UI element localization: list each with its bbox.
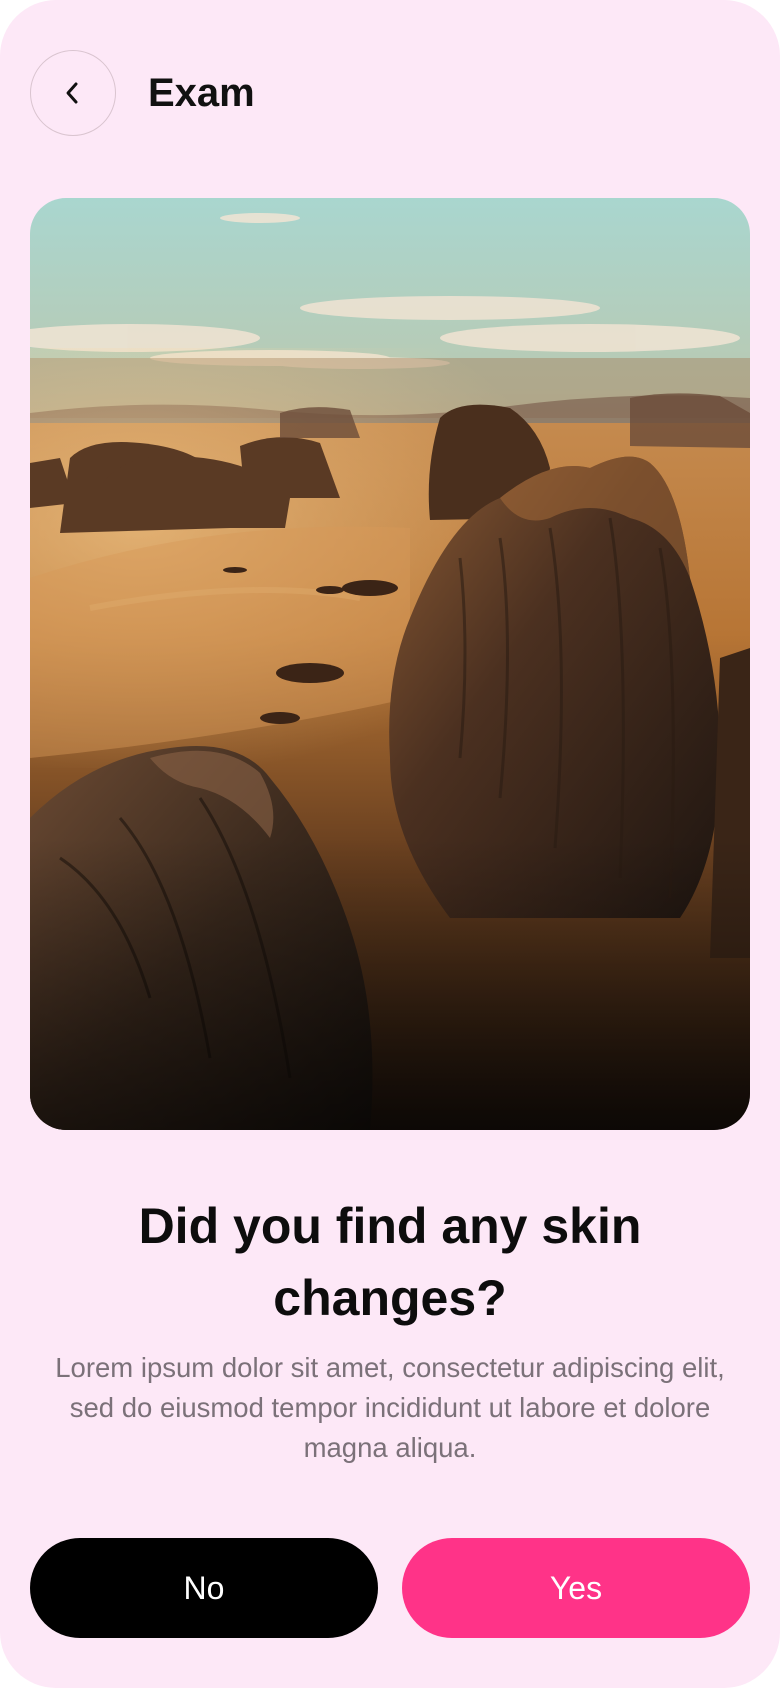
question-description: Lorem ipsum dolor sit amet, consectetur … xyxy=(55,1352,725,1463)
page-title: Exam xyxy=(148,71,255,115)
hero-image xyxy=(30,198,750,1130)
exam-screen: Exam Did you find any skin changes? Lore… xyxy=(0,0,780,1688)
yes-button[interactable]: Yes xyxy=(402,1538,750,1638)
desert-landscape-image xyxy=(30,198,750,1130)
chevron-left-icon xyxy=(66,82,78,104)
no-button[interactable]: No xyxy=(30,1538,378,1638)
question-heading: Did you find any skin changes? xyxy=(138,1198,642,1326)
back-button[interactable] xyxy=(30,50,116,136)
